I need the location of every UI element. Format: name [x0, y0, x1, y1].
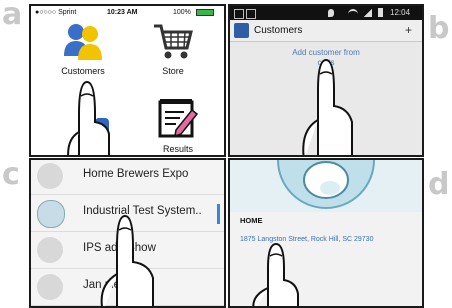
- results-tile[interactable]: Results: [143, 96, 213, 154]
- section-label: HOME: [240, 216, 263, 225]
- cart-icon: [154, 24, 193, 59]
- results-icon: [158, 99, 199, 138]
- list-item-thumbnail: [37, 274, 63, 300]
- panel-a-ios-home: ●○○○○ Sprint 10:23 AM 100% Customers Sto…: [29, 4, 226, 157]
- android-status-bar: 12:04: [230, 6, 422, 20]
- hand-icon: [252, 242, 299, 306]
- panel-letter-b: b: [428, 11, 450, 46]
- list-item-thumbnail: [37, 200, 65, 228]
- clock-label: 10:23 AM: [107, 9, 138, 16]
- action-bar: Customers +: [230, 20, 422, 42]
- notification-icon: [234, 9, 244, 19]
- panel-letter-a: a: [2, 0, 23, 32]
- panel-b-android-customers: 12:04 Customers + Add customer from co t…: [228, 4, 424, 157]
- battery-icon: [196, 9, 214, 16]
- logo-globe-icon: [277, 160, 375, 209]
- results-label: Results: [162, 144, 193, 154]
- customers-tile[interactable]: Customers: [53, 22, 113, 76]
- list-item-label: Home Brewers Expo: [83, 168, 189, 180]
- panel-letter-c: c: [2, 157, 20, 192]
- panel-c-list: Home Brewers Expo Industrial Test System…: [29, 158, 226, 308]
- app-logo-icon[interactable]: [234, 23, 249, 38]
- hand-icon: [100, 214, 154, 306]
- hand-icon: [67, 80, 110, 155]
- ios-status-bar: ●○○○○ Sprint 10:23 AM 100%: [31, 6, 224, 20]
- panel-d-detail: HOME 1875 Langston Street, Rock Hill, SC…: [228, 158, 424, 308]
- battery-icon: [378, 8, 383, 17]
- battery-label: 100%: [173, 9, 191, 16]
- carrier-label: ●○○○○ Sprint: [35, 9, 77, 16]
- add-button[interactable]: +: [405, 23, 412, 37]
- hand-icon: [302, 58, 353, 155]
- panel-letter-d: d: [428, 167, 450, 202]
- list-item-thumbnail: [37, 163, 63, 189]
- list-item[interactable]: Home Brewers Expo: [31, 160, 224, 195]
- list-item-thumbnail: [37, 237, 63, 263]
- signal-icon: [364, 9, 372, 17]
- scrollbar[interactable]: [217, 204, 220, 224]
- store-label: Store: [162, 66, 184, 76]
- wifi-icon: [348, 9, 358, 19]
- page-title: Customers: [254, 25, 303, 36]
- clock-label: 12:04: [390, 8, 411, 17]
- customers-icon: [64, 24, 102, 60]
- image-icon: [246, 9, 256, 19]
- store-tile[interactable]: Store: [143, 22, 203, 76]
- header-image: [230, 160, 422, 212]
- location-icon: [328, 9, 334, 17]
